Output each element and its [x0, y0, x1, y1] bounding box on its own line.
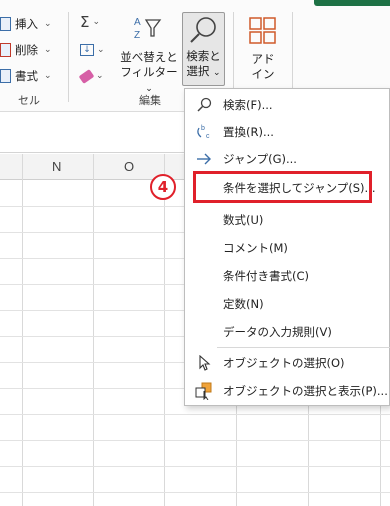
menu-item-comments[interactable]: コメント(M) — [185, 235, 390, 261]
find-select-label-2-text: 選択 — [186, 64, 210, 78]
chevron-down-icon: ⌄ — [44, 19, 52, 29]
menu-item-label: データの入力規則(V) — [223, 325, 332, 339]
find-select-menu: 検索(F)... bc 置換(R)... ジャンプ(G)... 条件を選択してジ… — [184, 88, 390, 406]
svg-text:b: b — [201, 125, 205, 132]
format-button[interactable]: 書式 ⌄ — [0, 66, 52, 86]
insert-button[interactable]: 挿入 ⌄ — [0, 14, 52, 34]
sort-filter-label-1: 並べ替えと — [120, 50, 178, 64]
highlight-box — [193, 171, 372, 203]
grid-line — [0, 440, 390, 441]
autosum-button[interactable]: Σ ⌄ — [80, 12, 100, 32]
menu-item-label: 数式(U) — [223, 213, 264, 227]
format-label: 書式 — [15, 69, 38, 83]
grid-line — [0, 492, 390, 493]
delete-button[interactable]: 削除 ⌄ — [0, 40, 52, 60]
sort-filter-button[interactable]: A Z 並べ替えと フィルター ⌄ — [120, 12, 178, 94]
find-select-label-2: 選択 ⌄ — [186, 64, 221, 78]
pointer-icon — [195, 354, 213, 372]
menu-item-find[interactable]: 検索(F)... — [185, 92, 390, 118]
sum-icon: Σ — [80, 13, 90, 31]
menu-item-label: 置換(R)... — [223, 125, 274, 139]
chevron-down-icon: ⌄ — [44, 71, 52, 81]
menu-item-replace[interactable]: bc 置換(R)... — [185, 119, 390, 145]
account-tab[interactable] — [314, 0, 390, 6]
find-select-button[interactable]: 検索と 選択 ⌄ — [182, 12, 225, 86]
menu-item-constants[interactable]: 定数(N) — [185, 291, 390, 317]
sort-filter-icon: A Z — [134, 17, 162, 41]
menu-item-label: 検索(F)... — [223, 98, 273, 112]
sort-filter-label-2-text: フィルター — [120, 65, 178, 79]
step-number-badge: 4 — [150, 174, 176, 200]
svg-text:A: A — [134, 17, 141, 28]
selection-pane-icon — [195, 382, 213, 400]
find-select-label-1: 検索と — [186, 49, 221, 63]
menu-separator — [217, 347, 390, 348]
menu-item-formulas[interactable]: 数式(U) — [185, 207, 390, 233]
arrow-right-icon — [195, 150, 213, 168]
chevron-down-icon: ⌄ — [96, 71, 104, 81]
chevron-down-icon: ⌄ — [44, 45, 52, 55]
menu-item-label: 定数(N) — [223, 297, 264, 311]
group-divider — [68, 12, 69, 102]
magnifier-icon — [190, 17, 216, 43]
addin-label-2: イン — [251, 67, 275, 81]
menu-item-data-validation[interactable]: データの入力規則(V) — [185, 319, 390, 345]
format-icon — [0, 69, 11, 83]
svg-text:c: c — [206, 133, 210, 140]
search-icon — [195, 96, 213, 114]
clear-button[interactable]: ⌄ — [78, 66, 104, 86]
menu-item-selection-pane[interactable]: オブジェクトの選択と表示(P)... — [185, 378, 390, 404]
eraser-icon — [78, 68, 95, 84]
insert-label: 挿入 — [15, 17, 38, 31]
addin-icon — [249, 17, 276, 44]
grid-line — [0, 414, 390, 415]
insert-icon — [0, 17, 11, 31]
fill-down-icon: ↓ — [80, 44, 94, 56]
fill-button[interactable]: ↓ ⌄ — [80, 40, 105, 60]
editing-group-label: 編集 — [139, 94, 161, 107]
menu-item-conditional-formatting[interactable]: 条件付き書式(C) — [185, 263, 390, 289]
column-header-o[interactable]: O — [124, 159, 134, 174]
cells-group-label: セル — [18, 94, 40, 107]
replace-icon: bc — [195, 123, 213, 141]
menu-item-label: ジャンプ(G)... — [223, 152, 297, 166]
delete-label: 削除 — [15, 43, 38, 57]
menu-item-label: コメント(M) — [223, 241, 288, 255]
addin-label-1: アド — [251, 52, 275, 66]
menu-item-goto[interactable]: ジャンプ(G)... — [185, 146, 390, 172]
grid-line — [0, 466, 390, 467]
chevron-down-icon: ⌄ — [92, 17, 101, 27]
menu-item-label: 条件付き書式(C) — [223, 269, 310, 283]
addin-button[interactable]: アド イン — [240, 14, 286, 84]
menu-item-label: オブジェクトの選択と表示(P)... — [223, 384, 388, 398]
chevron-down-icon: ⌄ — [97, 45, 105, 55]
menu-item-label: オブジェクトの選択(O) — [223, 356, 345, 370]
column-header-n[interactable]: N — [52, 159, 61, 174]
delete-icon — [0, 43, 11, 57]
menu-item-select-objects[interactable]: オブジェクトの選択(O) — [185, 350, 390, 376]
svg-text:Z: Z — [134, 30, 140, 41]
